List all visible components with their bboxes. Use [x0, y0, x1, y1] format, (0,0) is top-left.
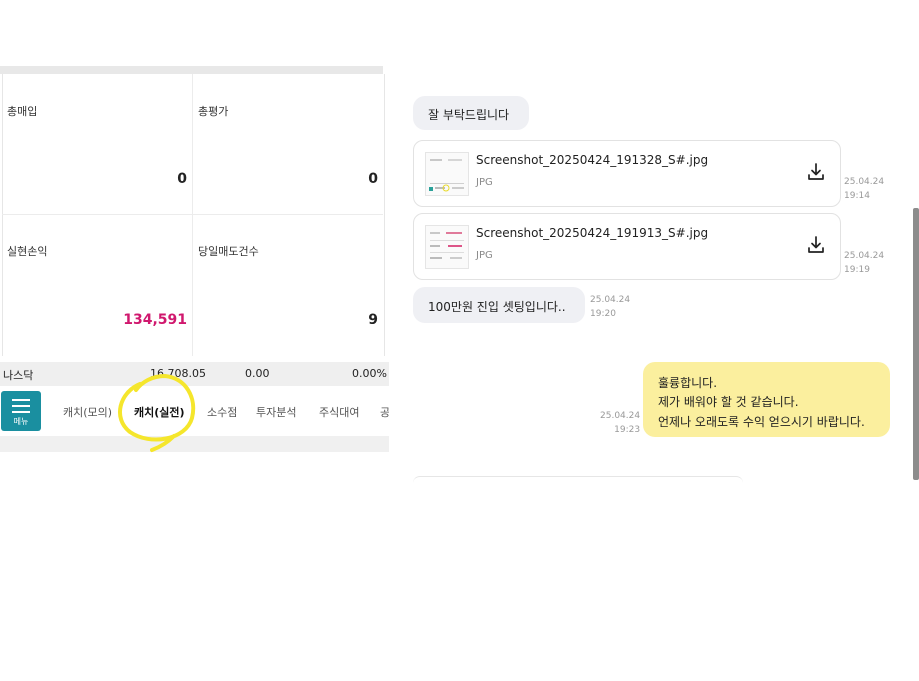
- file-attachment[interactable]: Screenshot_20250424_191328_S#.jpg JPG: [413, 140, 841, 207]
- file-type: JPG: [476, 177, 493, 188]
- timestamp-time: 19:23: [614, 425, 641, 435]
- chat-scrollbar[interactable]: [913, 208, 919, 480]
- timestamp-date: 25.04.24: [590, 295, 631, 305]
- message-timestamp: 25.04.24 19:19: [844, 249, 884, 277]
- message-timestamp: 25.04.24 19:23: [600, 409, 640, 437]
- image-thumbnail[interactable]: [425, 225, 469, 269]
- timestamp-date: 25.04.24: [844, 177, 885, 187]
- file-name: Screenshot_20250424_191328_S#.jpg: [476, 153, 709, 167]
- trading-panel: 총매입 0 총평가 0 실현손익 134,591 당일매도건수 9 나스닥 16…: [0, 0, 389, 455]
- image-thumbnail[interactable]: [425, 152, 469, 196]
- timestamp-time: 19:20: [590, 309, 616, 319]
- message-timestamp: 25.04.24 19:14: [844, 175, 884, 203]
- message-line: 훌륭합니다.: [658, 376, 718, 390]
- file-attachment[interactable]: Screenshot_20250424_191913_S#.jpg JPG: [413, 213, 841, 280]
- message-text: 잘 부탁드립니다: [428, 108, 510, 122]
- download-icon[interactable]: [806, 162, 826, 182]
- timestamp-time: 19:14: [844, 191, 870, 201]
- timestamp-date: 25.04.24: [600, 411, 641, 421]
- partial-message-edge: [413, 476, 743, 483]
- download-icon[interactable]: [806, 235, 826, 255]
- message-text: 100만원 진입 셋팅입니다..: [428, 300, 566, 314]
- my-message: 훌륭합니다. 제가 배워야 할 것 같습니다. 언제나 오래도록 수익 얻으시기…: [643, 362, 890, 437]
- chat-panel: 잘 부탁드립니다 Screenshot_20250424_191328_S#.j…: [405, 0, 919, 480]
- chat-message: 100만원 진입 셋팅입니다..: [413, 287, 585, 323]
- message-line: 제가 배워야 할 것 같습니다.: [658, 395, 799, 409]
- timestamp-date: 25.04.24: [844, 251, 885, 261]
- file-name: Screenshot_20250424_191913_S#.jpg: [476, 226, 709, 240]
- message-timestamp: 25.04.24 19:20: [590, 293, 630, 321]
- message-line: 언제나 오래도록 수익 얻으시기 바랍니다.: [658, 415, 865, 429]
- chat-message: 잘 부탁드립니다: [413, 96, 529, 130]
- timestamp-time: 19:19: [844, 265, 870, 275]
- file-type: JPG: [476, 250, 493, 261]
- highlight-circle-annotation: [118, 373, 196, 452]
